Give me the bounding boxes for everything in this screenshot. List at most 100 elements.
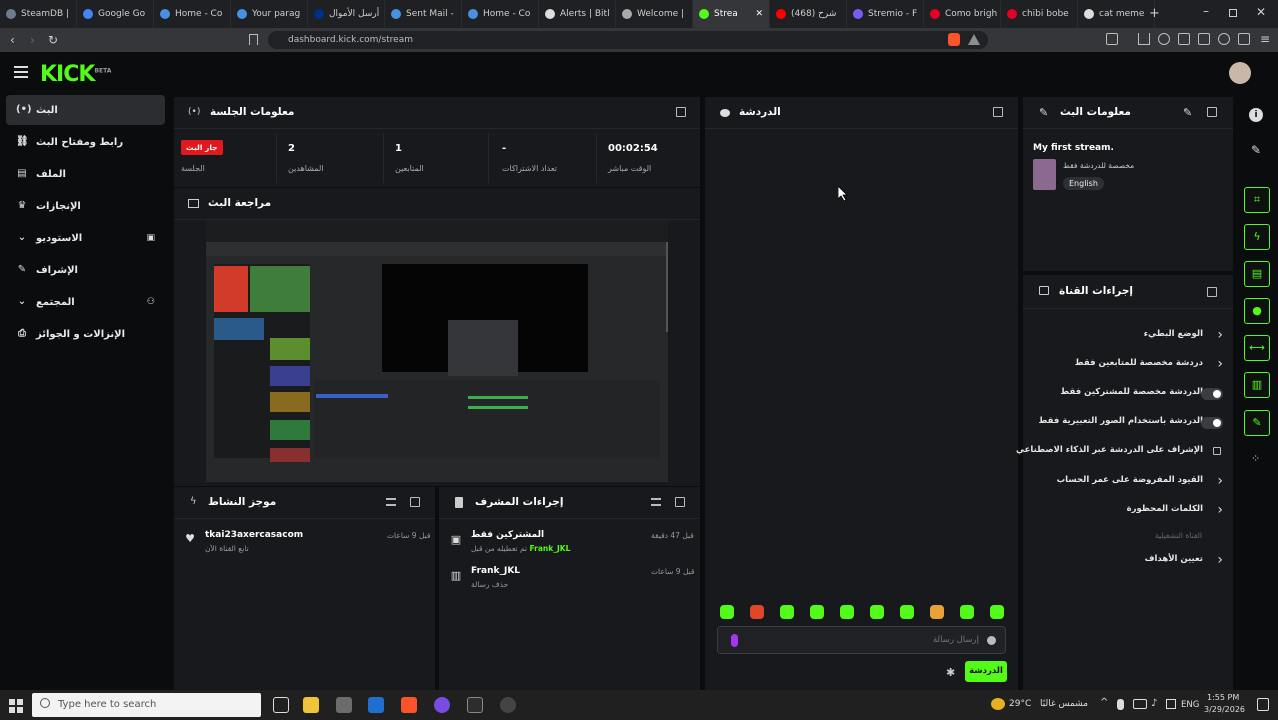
- weather-temp[interactable]: 29°C: [1009, 699, 1031, 709]
- hamburger-menu-icon[interactable]: [14, 66, 28, 78]
- rail-button-chat[interactable]: ●: [1244, 298, 1270, 324]
- chat-settings-gear-icon[interactable]: ✱: [946, 666, 955, 679]
- brave-shield-icon[interactable]: [948, 33, 960, 46]
- browser-tab[interactable]: Home - Co: [462, 0, 539, 28]
- chat-messages-area[interactable]: [705, 131, 1018, 601]
- clock-date[interactable]: 3/29/2026: [1204, 705, 1245, 714]
- browser-tab[interactable]: SteamDB |: [0, 0, 77, 28]
- browser-tab[interactable]: Alerts | Bitl: [539, 0, 616, 28]
- mail-icon[interactable]: [368, 697, 384, 713]
- brave-browser-icon[interactable]: [401, 697, 417, 713]
- app-icon-dark[interactable]: [500, 697, 516, 713]
- microphone-tray-icon[interactable]: [1117, 699, 1124, 710]
- activity-user[interactable]: tkai23axercasacom: [205, 530, 303, 540]
- filter-icon[interactable]: [386, 498, 396, 506]
- channel-action-row[interactable]: دردشة مخصصة للمتابعين فقط ›: [1033, 353, 1223, 377]
- emote-icon[interactable]: [750, 605, 764, 619]
- reload-icon[interactable]: ↻: [48, 33, 58, 47]
- channel-action-row[interactable]: الدردشة باستخدام الصور التعبيرية فقط: [1033, 411, 1223, 435]
- popout-icon[interactable]: [1207, 287, 1217, 297]
- emote-icon[interactable]: [840, 605, 854, 619]
- menu-icon[interactable]: ≡: [1260, 32, 1270, 46]
- emote-icon[interactable]: [870, 605, 884, 619]
- rail-button-bolt[interactable]: ϟ: [1244, 224, 1270, 250]
- maximize-button[interactable]: [1229, 9, 1237, 17]
- mod-action-user[interactable]: Frank_JKL: [530, 544, 571, 553]
- wallet-icon[interactable]: [1198, 33, 1210, 45]
- microphone-icon[interactable]: [731, 634, 738, 647]
- browser-tab[interactable]: أرسل الأموال: [308, 0, 385, 28]
- emote-icon[interactable]: [990, 605, 1004, 619]
- sidebar-item[interactable]: ✎ الإشراف: [6, 255, 165, 285]
- browser-tab[interactable]: Strea ✕: [693, 0, 770, 28]
- filter-icon[interactable]: [651, 498, 661, 506]
- sidebar-item[interactable]: ⌄ المجتمع ⚇: [6, 287, 165, 317]
- language-indicator[interactable]: ENG: [1181, 700, 1199, 710]
- chevron-up-icon[interactable]: ^: [1100, 697, 1108, 708]
- bookmark-icon[interactable]: [249, 34, 258, 45]
- emote-icon[interactable]: [720, 605, 734, 619]
- sidebar-item[interactable]: ⎙ الإنزالات و الجوائز: [6, 319, 165, 349]
- popout-icon[interactable]: [675, 497, 685, 507]
- network-icon[interactable]: [1133, 699, 1147, 709]
- sidebar-item[interactable]: ▤ الملف: [6, 159, 165, 189]
- popout-icon[interactable]: [410, 497, 420, 507]
- windows-start-icon[interactable]: [9, 698, 23, 713]
- address-field[interactable]: dashboard.kick.com/stream: [268, 31, 988, 49]
- emoji-icon[interactable]: [987, 636, 996, 645]
- kick-logo[interactable]: KICKBETA: [40, 62, 111, 87]
- browser-tab[interactable]: شرح (468): [770, 0, 847, 28]
- emote-icon[interactable]: [900, 605, 914, 619]
- sidebar-item[interactable]: (•) البث: [6, 95, 165, 125]
- taskbar-search-input[interactable]: Type here to search: [32, 693, 261, 717]
- task-view-icon[interactable]: [273, 697, 289, 713]
- file-explorer-icon[interactable]: [303, 697, 319, 713]
- sidebar-toggle-icon[interactable]: [1106, 33, 1118, 45]
- close-tab-icon[interactable]: ✕: [755, 9, 763, 19]
- info-icon[interactable]: i: [1249, 108, 1263, 122]
- share-icon[interactable]: ⁘: [1251, 452, 1260, 465]
- brave-rewards-icon[interactable]: [968, 34, 980, 45]
- channel-action-row[interactable]: الوضع البطيء ›: [1033, 324, 1223, 348]
- user-avatar[interactable]: [1229, 62, 1251, 84]
- channel-action-row[interactable]: الكلمات المحظورة ›: [1033, 499, 1223, 523]
- browser-tab[interactable]: chibi bobe: [1001, 0, 1078, 28]
- rail-button-1[interactable]: ⌗: [1244, 187, 1270, 213]
- channel-action-row[interactable]: القيود المفروضة على عمر الحساب ›: [1033, 470, 1223, 494]
- obs-icon[interactable]: [467, 697, 483, 713]
- rail-button-signal[interactable]: ⟷: [1244, 335, 1270, 361]
- browser-tab[interactable]: Welcome |: [616, 0, 693, 28]
- mod-action-title[interactable]: Frank_JKL: [471, 566, 520, 576]
- sidebar-item[interactable]: ⛓ رابط ومفتاح البث: [6, 127, 165, 157]
- vpn-icon[interactable]: [1238, 33, 1250, 45]
- popout-icon[interactable]: [676, 107, 686, 117]
- emote-icon[interactable]: [780, 605, 794, 619]
- toggle-switch[interactable]: [1201, 388, 1223, 400]
- media-icon[interactable]: [1158, 33, 1170, 45]
- emote-icon[interactable]: [960, 605, 974, 619]
- toggle-switch[interactable]: [1201, 417, 1223, 429]
- downloads-icon[interactable]: [1138, 33, 1150, 45]
- chat-input[interactable]: إرسال رسالة: [717, 626, 1006, 654]
- browser-tab[interactable]: Sent Mail -: [385, 0, 462, 28]
- emote-icon[interactable]: [930, 605, 944, 619]
- popout-icon[interactable]: [1207, 107, 1217, 117]
- browser-tab[interactable]: Google Go: [77, 0, 154, 28]
- minimize-button[interactable]: –: [1203, 4, 1209, 18]
- new-tab-button[interactable]: +: [1149, 6, 1160, 21]
- channel-action-row[interactable]: الإشراف على الدردشة عبر الذكاء الاصطناعي: [1016, 440, 1223, 464]
- extensions-icon[interactable]: [1218, 33, 1230, 45]
- chat-send-button[interactable]: الدردشة: [965, 661, 1007, 682]
- back-icon[interactable]: ‹: [10, 33, 15, 47]
- battery-icon[interactable]: [1166, 699, 1176, 709]
- stream-category[interactable]: مخصصة للدردشة فقط: [1063, 161, 1134, 170]
- close-window-button[interactable]: ✕: [1256, 5, 1266, 19]
- emote-icon[interactable]: [810, 605, 824, 619]
- set-goals-row[interactable]: تعيين الأهداف ›: [1033, 549, 1223, 573]
- notifications-icon[interactable]: [1257, 698, 1269, 711]
- browser-tab[interactable]: cat meme: [1078, 0, 1155, 28]
- forward-icon[interactable]: ›: [30, 33, 35, 47]
- rail-button-server[interactable]: ▥: [1244, 372, 1270, 398]
- rail-button-wrench[interactable]: ✎: [1244, 410, 1270, 436]
- browser-tab[interactable]: Stremio - F: [847, 0, 924, 28]
